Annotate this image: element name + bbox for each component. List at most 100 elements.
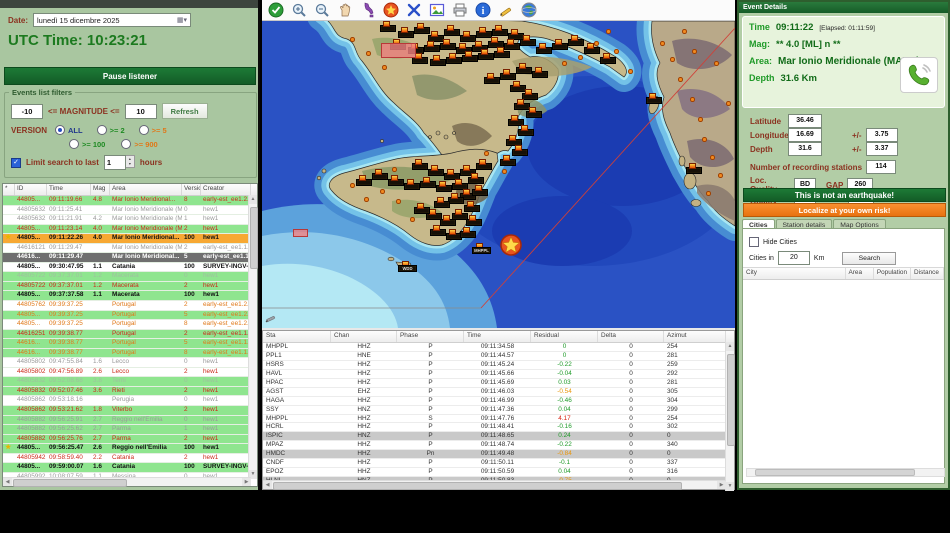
events-col-Version[interactable]: Version <box>182 184 201 195</box>
event-row[interactable]: 44805882 09:56:25.76 2.7 Parma 2 hew1 <box>3 434 257 445</box>
event-row[interactable]: 44805632 09:11:25.41 Mar Ionio Meridionale… <box>3 205 257 216</box>
longitude-error-input[interactable] <box>865 128 898 142</box>
pick-row[interactable]: CNDF HHZ P 09:11:50.11 -0.1 0 337 <box>263 459 734 469</box>
event-row[interactable]: 44805... 09:30:47.95 1.1 Catania 100 SURVEY-I… <box>3 262 257 273</box>
phone-call-icon[interactable] <box>900 57 938 93</box>
hours-spinner[interactable]: ▴▾ <box>103 155 135 170</box>
event-row[interactable]: 44805632 09:11:21.91 4.2 Mar Ionio Meridion… <box>3 215 257 225</box>
cities-col-city[interactable]: City <box>743 268 846 279</box>
version-option-1[interactable]: >= 2 <box>96 125 125 135</box>
zoom-in-icon[interactable] <box>291 2 307 18</box>
pick-row[interactable]: HPAC HHZ P 09:11:45.69 0.03 0 281 <box>263 379 734 388</box>
not-earthquake-button[interactable]: This is not an earthquake! <box>743 188 946 202</box>
localize-button[interactable]: Localize at your own risk! <box>743 203 946 217</box>
close-x-icon[interactable] <box>406 2 422 18</box>
event-row[interactable]: 44805832 09:52:07.46 3.6 Rieti 2 hew1 <box>3 386 257 397</box>
pick-row[interactable]: MPAZ HHZ P 09:11:48.74 -0.22 0 340 <box>263 441 734 451</box>
pick-row[interactable]: SSY HNZ P 09:11:47.36 0.04 0 299 <box>263 406 734 415</box>
pick-row[interactable]: AGST EHZ P 09:11:46.03 -0.54 0 305 <box>263 388 734 397</box>
event-row[interactable]: 44805722 09:37:37.01 1.2 Macerata 0 hew1 <box>3 272 257 282</box>
pick-row[interactable]: HMDC HHZ Pn 09:11:49.48 -0.84 0 0 <box>263 450 734 460</box>
event-row[interactable]: 44805862 09:53:18.16 Perugia 0 hew1 <box>3 396 257 407</box>
map-station-label-MHPPL[interactable]: MHPPL <box>472 247 491 254</box>
limit-checkbox[interactable]: ✓ <box>11 157 21 168</box>
events-col-Mag[interactable]: Mag <box>91 184 110 195</box>
map[interactable]: MHPPL WDD <box>262 21 735 328</box>
pan-hand-icon[interactable] <box>337 2 353 18</box>
zoom-out-icon[interactable] <box>314 2 330 18</box>
picks-col-Residual[interactable]: Residual <box>531 331 598 342</box>
image-icon[interactable] <box>429 2 445 18</box>
event-row[interactable]: 44805802 09:47:55.84 1.6 Lecco 0 hew1 <box>3 358 257 368</box>
stations-count-input[interactable] <box>866 160 897 174</box>
pick-row[interactable]: HAVL HHZ P 09:11:45.66 -0.04 0 292 <box>263 370 734 379</box>
event-row[interactable]: ★ 44805... 09:56:25.47 2.6 Reggio nell'Emili… <box>3 444 257 454</box>
event-row[interactable]: 44805762 09:39:37.25 Portugal 2 early-est_ee… <box>3 301 257 311</box>
cities-search-button[interactable]: Search <box>842 251 897 265</box>
event-row[interactable]: 44805... 09:37:37.58 1.1 Macerata 100 hew1 <box>3 291 257 302</box>
confirm-icon[interactable] <box>268 2 284 18</box>
version-option-2[interactable]: >= 5 <box>138 125 167 135</box>
event-row[interactable]: 44805882 09:56:25.91 2.7 Reggio nell'Emilia… <box>3 415 257 426</box>
event-row[interactable]: 44805... 09:59:00.07 1.6 Catania 100 SURVEY-I… <box>3 463 257 473</box>
cities-col-area[interactable]: Area <box>846 268 874 279</box>
pick-row[interactable]: MHPPL HHZ P 09:11:34.58 0 0 254 <box>263 343 734 352</box>
globe-icon[interactable] <box>521 2 537 18</box>
pick-row[interactable]: EPOZ HHZ P 09:11:50.59 0.04 0 316 <box>263 468 734 478</box>
events-table-header[interactable]: *IDTimeMagAreaVersionCreator <box>3 184 257 196</box>
picks-col-Sta[interactable]: Sta <box>263 331 331 342</box>
event-row[interactable]: 44805722 09:37:37.01 1.2 Macerata 2 hew1 <box>3 281 257 292</box>
depth-error-input[interactable] <box>865 142 898 156</box>
pick-row[interactable]: HAGA HHZ P 09:11:46.99 -0.46 0 304 <box>263 397 734 406</box>
event-row[interactable]: 44805882 09:56:25.62 2.7 Parma 1 hew1 <box>3 425 257 435</box>
map-station-label-WDD[interactable]: WDD <box>398 265 417 272</box>
events-col-Creator[interactable]: Creator <box>201 184 251 195</box>
event-row[interactable]: ★ 44805... 09:11:22.26 4.0 Mar Ionio Meridio… <box>3 234 257 244</box>
picks-col-Time[interactable]: Time <box>464 331 531 342</box>
pause-listener-button[interactable]: Pause listener <box>4 67 256 85</box>
events-col-[interactable]: * <box>3 184 15 195</box>
picks-col-Chan[interactable]: Chan <box>331 331 397 342</box>
cities-col-distance[interactable]: Distance <box>911 268 944 279</box>
event-row[interactable]: 44805862 09:53:21.62 1.8 Viterbo 2 hew1 <box>3 406 257 416</box>
draw-icon[interactable] <box>498 2 514 18</box>
events-col-ID[interactable]: ID <box>15 184 47 195</box>
refresh-button[interactable]: Refresh <box>161 103 208 119</box>
event-row[interactable]: 44805... 09:39:37.25 Portugal 8 early-est_ee… <box>3 320 257 330</box>
event-row[interactable]: 44616... 09:39:38.77 Portugal 5 early-est_ee… <box>3 339 257 349</box>
latitude-input[interactable] <box>788 114 822 128</box>
picks-horizontal-scrollbar[interactable]: ◀ ▶ <box>263 480 726 490</box>
hide-cities-checkbox[interactable] <box>749 237 759 247</box>
picks-col-Delta[interactable]: Delta <box>598 331 664 342</box>
version-option-3[interactable]: >= 100 <box>69 139 105 149</box>
events-col-Area[interactable]: Area <box>110 184 182 195</box>
version-option-0[interactable]: ALL <box>55 125 83 135</box>
pick-row[interactable]: PPL1 HNE P 09:11:44.57 0 0 281 <box>263 352 734 361</box>
print-icon[interactable] <box>452 2 468 18</box>
cities-table-header[interactable]: City Area Population Distance <box>743 267 944 280</box>
events-vertical-scrollbar[interactable]: ▲ ▼ <box>248 195 258 479</box>
picks-col-Azimut[interactable]: Azimut <box>664 331 726 342</box>
pick-row[interactable]: MHPPL HHZ S 09:11:47.76 4.17 0 254 <box>263 415 734 424</box>
mag-min-input[interactable] <box>11 103 43 119</box>
event-row[interactable]: 44616... 09:39:38.77 Portugal 8 early-est_ee… <box>3 348 257 359</box>
cities-col-population[interactable]: Population <box>874 268 912 279</box>
event-row[interactable]: 44805832 09:52:08.68 3.8 Terni 0 hew1 <box>3 377 257 387</box>
pick-row[interactable]: HSRS HHZ P 09:11:45.24 -0.22 0 259 <box>263 361 734 370</box>
date-picker[interactable]: lunedì 15 dicembre 2025 ▦▾ <box>33 13 192 27</box>
event-row[interactable]: 44805... 09:39:37.25 Portugal 5 early-est_ee… <box>3 310 257 321</box>
event-row[interactable]: 44616251 09:39:38.77 Portugal 2 early-est_ee… <box>3 329 257 340</box>
version-option-4[interactable]: >= 900 <box>121 139 158 149</box>
event-row[interactable]: 44805802 09:47:56.89 2.6 Lecco 2 hew1 <box>3 367 257 378</box>
picks-table-header[interactable]: Sta Chan Phase Time Residual Delta Azimut <box>263 331 734 343</box>
event-row[interactable]: 44805942 09:58:59.40 2.2 Catania 2 hew1 <box>3 453 257 464</box>
info-icon[interactable]: i <box>475 2 491 18</box>
picks-col-Phase[interactable]: Phase <box>397 331 464 342</box>
longitude-input[interactable] <box>788 128 822 142</box>
picks-vertical-scrollbar[interactable]: ▲ ▼ <box>725 342 735 491</box>
calendar-icon[interactable]: ▦▾ <box>177 16 187 24</box>
event-row[interactable]: 44805... 09:11:23.14 4.0 Mar Ionio Meridion… <box>3 224 257 235</box>
event-row[interactable]: 44616121 09:11:29.47 Mar Ionio Meridionale… <box>3 243 257 254</box>
italy-icon[interactable] <box>360 2 376 18</box>
depth-input[interactable] <box>788 142 822 156</box>
